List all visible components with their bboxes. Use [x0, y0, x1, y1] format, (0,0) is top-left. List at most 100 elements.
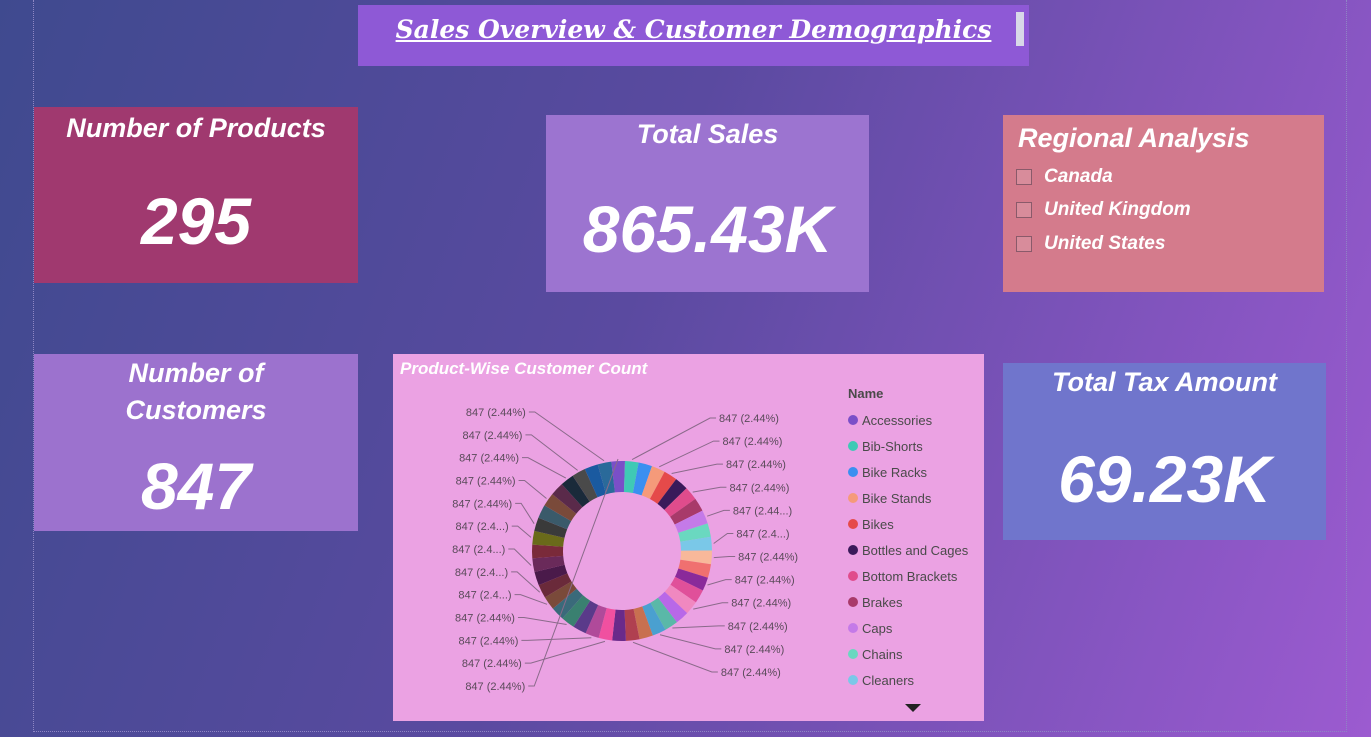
legend-label: Accessories — [862, 412, 933, 428]
customers-card[interactable]: Number of Customers 847 — [34, 354, 358, 531]
chevron-down-icon[interactable] — [905, 704, 921, 712]
legend-item[interactable]: Chains — [848, 641, 978, 667]
legend-item[interactable]: Caps — [848, 615, 978, 641]
legend-label: Bikes — [862, 516, 894, 532]
legend-swatch — [848, 493, 858, 503]
data-label-leader — [659, 634, 722, 650]
legend-label: Bib-Shorts — [862, 438, 923, 454]
legend-item[interactable]: Bikes — [848, 511, 978, 537]
legend-label: Bike Stands — [862, 490, 932, 506]
data-label-leader — [713, 532, 734, 544]
data-label: 847 (2.44%) — [466, 407, 526, 419]
legend-label: Caps — [862, 620, 893, 636]
legend-swatch — [848, 467, 858, 477]
data-label-leader — [707, 579, 732, 586]
checkbox[interactable] — [1016, 202, 1032, 218]
data-label-leader — [524, 640, 606, 664]
data-label-leader — [515, 502, 535, 524]
data-label: 847 (2.44%) — [452, 498, 512, 510]
region-option-united-kingdom[interactable]: United Kingdom — [1016, 199, 1191, 221]
data-label: 847 (2.4...) — [455, 567, 508, 579]
data-label-leader — [518, 480, 547, 499]
chart-legend: Name Accessories Bib-Shorts Bike Racks Bike… — [848, 386, 978, 693]
customers-card-value: 847 — [140, 449, 252, 523]
tax-card[interactable]: Total Tax Amount 69.23K — [1003, 363, 1326, 540]
data-label-leader — [525, 434, 578, 471]
tax-card-title: Total Tax Amount — [1052, 367, 1277, 397]
data-label-leader — [658, 440, 720, 468]
data-label: 847 (2.44%) — [724, 644, 784, 656]
title-banner: Sales Overview & Customer Demographics — [358, 5, 1029, 66]
data-label-leader — [511, 525, 532, 538]
legend-label: Bottom Brackets — [862, 568, 958, 584]
legend-item[interactable]: Cleaners — [848, 667, 978, 693]
data-label: 847 (2.44%) — [458, 635, 518, 647]
region-option-united-states[interactable]: United States — [1016, 233, 1165, 255]
legend-swatch — [848, 597, 858, 607]
data-label: 847 (2.44%) — [462, 658, 522, 670]
legend-swatch — [848, 571, 858, 581]
data-label: 847 (2.44%) — [721, 667, 781, 679]
legend-swatch — [848, 441, 858, 451]
legend-label: Bottles and Cages — [862, 542, 969, 558]
legend-item[interactable]: Brakes — [848, 589, 978, 615]
data-label-leader — [514, 594, 548, 605]
legend-item[interactable]: Bottles and Cages — [848, 537, 978, 563]
legend-swatch — [848, 675, 858, 685]
legend-label: Bike Racks — [862, 464, 928, 480]
legend-item[interactable]: Bottom Brackets — [848, 563, 978, 589]
customers-card-title-line2: Customers — [125, 395, 267, 425]
data-label-leader — [672, 625, 725, 629]
legend-swatch — [848, 519, 858, 529]
legend-item[interactable]: Bike Stands — [848, 485, 978, 511]
data-label: 847 (2.44%) — [459, 453, 519, 465]
sales-card[interactable]: Total Sales 865.43K — [546, 115, 869, 292]
data-label: 847 (2.44%) — [462, 430, 522, 442]
data-label: 847 (2.44%) — [731, 598, 791, 610]
legend-item[interactable]: Accessories — [848, 407, 978, 433]
data-label: 847 (2.4...) — [456, 521, 509, 533]
data-label-leader — [692, 486, 727, 493]
region-option-label: Canada — [1044, 166, 1113, 187]
data-label-leader — [706, 509, 730, 517]
data-label: 847 (2.44%) — [465, 681, 525, 693]
sales-card-title: Total Sales — [636, 119, 779, 149]
title-scrollbar[interactable] — [1016, 12, 1024, 46]
region-option-canada[interactable]: Canada — [1016, 166, 1113, 188]
data-label: 847 (2.44...) — [733, 505, 792, 517]
data-label: 847 (2.4...) — [736, 528, 789, 540]
data-label: 847 (2.44%) — [719, 413, 779, 425]
legend-title: Name — [848, 386, 884, 401]
product-customer-donut-chart[interactable]: 847 (2.44%) 847 (2.44%) 847 (2.44%) 847 (2.… — [393, 354, 984, 721]
legend-label: Chains — [862, 646, 903, 662]
legend-swatch — [848, 623, 858, 633]
region-option-label: United States — [1044, 233, 1166, 254]
data-label: 847 (2.44%) — [738, 552, 798, 564]
data-label: 847 (2.44%) — [735, 575, 795, 587]
data-label-leader — [693, 602, 729, 610]
page-title: Sales Overview & Customer Demographics — [395, 15, 992, 44]
legend-swatch — [848, 649, 858, 659]
checkbox[interactable] — [1016, 169, 1032, 185]
data-label: 847 (2.44%) — [729, 482, 789, 494]
data-label: 847 (2.44%) — [723, 436, 783, 448]
legend-item[interactable]: Bib-Shorts — [848, 433, 978, 459]
data-label: 847 (2.44%) — [455, 613, 515, 625]
data-label-leader — [508, 548, 532, 566]
chart-title: Product-Wise Customer Count — [400, 359, 648, 378]
data-label: 847 (2.44%) — [728, 621, 788, 633]
checkbox[interactable] — [1016, 236, 1032, 252]
legend-swatch — [848, 545, 858, 555]
data-label: 847 (2.44%) — [456, 476, 516, 488]
legend-label: Brakes — [862, 594, 903, 610]
data-label-leader — [671, 463, 723, 475]
legend-item[interactable]: Bike Racks — [848, 459, 978, 485]
products-card[interactable]: Number of Products 295 — [34, 107, 358, 283]
products-card-value: 295 — [140, 184, 252, 258]
regional-slicer[interactable]: Regional Analysis Canada United Kingdom … — [1003, 115, 1324, 292]
legend-swatch — [848, 415, 858, 425]
data-label: 847 (2.4...) — [452, 544, 505, 556]
legend-label: Cleaners — [862, 672, 915, 688]
data-label-leader — [713, 556, 736, 559]
customers-card-title-line1: Number of — [128, 358, 264, 388]
